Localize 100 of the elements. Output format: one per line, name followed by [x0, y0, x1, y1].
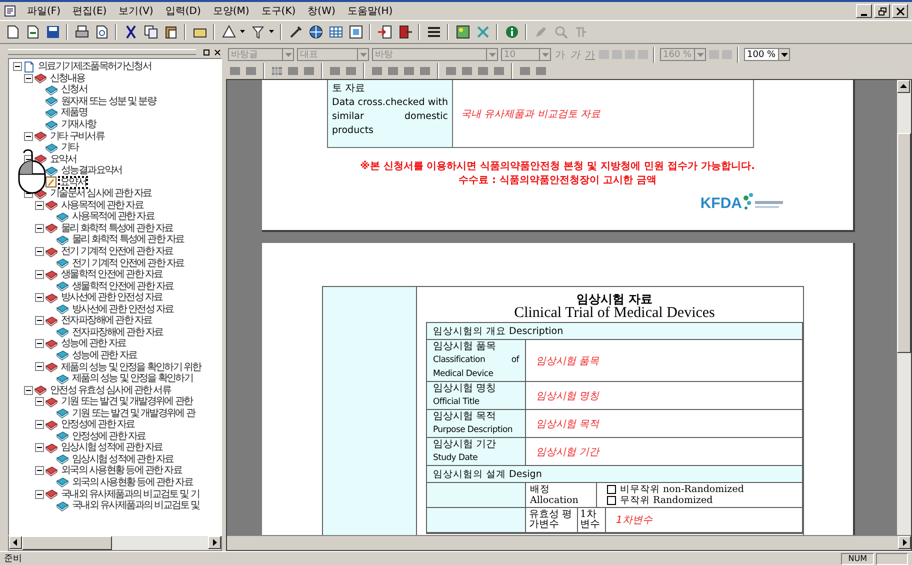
collapse-box[interactable]	[35, 200, 44, 210]
printer-icon[interactable]	[73, 24, 90, 40]
scroll-left-icon[interactable]	[9, 536, 22, 549]
caret-icon[interactable]	[240, 30, 246, 34]
tree-item[interactable]: 제품명	[59, 106, 90, 120]
menu-item[interactable]: 도움말(H)	[342, 4, 398, 18]
tree-item[interactable]: 물리 화학적 특성에 관한 자료	[59, 222, 175, 235]
tree-item[interactable]: 제품의 성능 및 안정을 확인하기 위한	[59, 360, 203, 374]
collapse-box[interactable]	[35, 316, 44, 326]
book-icon	[45, 199, 58, 212]
collapse-box[interactable]	[35, 224, 44, 233]
tree-item[interactable]: 원자재 또는 성분 및 분량	[59, 94, 158, 108]
tree-item[interactable]: 신청내용	[48, 72, 87, 85]
tree-item[interactable]: 요약서	[48, 152, 78, 166]
menu-item[interactable]: 파일(F)	[22, 4, 66, 18]
scroll-thumb[interactable]	[22, 536, 112, 550]
tree-item[interactable]: 외국의 사용현황 등에 관한 자료	[59, 464, 184, 478]
tree-item[interactable]: 성능에 관한 자료	[70, 348, 139, 362]
triangle-icon[interactable]	[220, 24, 237, 40]
tree-item[interactable]: 요약서	[58, 176, 88, 189]
vertical-scrollbar[interactable]	[897, 80, 911, 535]
globe-icon[interactable]	[307, 24, 324, 40]
scroll-up-icon[interactable]	[897, 80, 910, 93]
tree-item[interactable]: 안정성에 관한 자료	[59, 418, 136, 432]
app-icon	[4, 5, 16, 17]
caret-icon[interactable]	[269, 30, 275, 34]
collapse-box[interactable]	[13, 62, 22, 72]
collapse-box[interactable]	[35, 270, 44, 280]
collapse-box[interactable]	[35, 443, 44, 452]
collapse-box[interactable]	[35, 339, 44, 348]
tree-item[interactable]: 방사선에 관한 안전성 자료	[70, 302, 176, 316]
tree-item[interactable]: 생물학적 안전에 관한 자료	[70, 280, 176, 293]
horizontal-scrollbar[interactable]	[227, 535, 911, 550]
restore-icon[interactable]	[874, 4, 890, 18]
document-icon	[23, 60, 35, 73]
collapse-box[interactable]	[35, 466, 44, 476]
arrow-icon[interactable]	[376, 24, 393, 40]
copy-icon[interactable]	[142, 24, 159, 40]
tree-item[interactable]: 물리 화학적 특성에 관한 자료	[70, 233, 186, 246]
tree-item[interactable]: 국내외 유사제품과의 비교검토 및	[70, 499, 202, 512]
tree-item[interactable]: 임상시험 성적에 관한 자료	[70, 452, 176, 466]
status-pane	[876, 552, 908, 564]
collapse-box[interactable]	[24, 386, 33, 395]
scroll-right-icon[interactable]	[898, 536, 911, 549]
menu-item[interactable]: 모양(M)	[208, 4, 254, 18]
field-label: 임상시험 명칭	[433, 382, 498, 395]
tree-item[interactable]: 의료기기제조품목허가신청서	[36, 60, 154, 74]
collapse-box[interactable]	[35, 397, 44, 406]
tree-item[interactable]: 제품의 성능 및 안정을 확인하기	[70, 372, 195, 386]
save-icon[interactable]	[44, 24, 61, 40]
menu-item[interactable]: 보기(V)	[114, 4, 158, 18]
tree-item[interactable]: 기타 구비서류	[48, 130, 106, 143]
collapse-box[interactable]	[35, 490, 44, 498]
caret-icon[interactable]	[780, 52, 788, 56]
collapse-box[interactable]	[35, 420, 44, 430]
tree-item[interactable]: 전기 기계적 안전에 관한 자료	[70, 256, 186, 270]
funnel-icon[interactable]	[249, 24, 266, 40]
tree-item[interactable]: 방사선에 관한 안전성 자료	[59, 291, 164, 304]
tree-item[interactable]: 기재사항	[59, 118, 98, 132]
tree-item[interactable]: 성능에 관한 자료	[59, 337, 128, 350]
checkbox[interactable]	[607, 485, 616, 494]
tree-item[interactable]: 전기 기계적 안전에 관한 자료	[59, 245, 175, 258]
field-label: 유효성 평가변수	[529, 510, 574, 530]
tree-item[interactable]: 안전성 유효성 심사에 관한 서류	[48, 384, 173, 397]
tree-item[interactable]: 기술문서 심사에 관한 자료	[48, 187, 154, 200]
tree-item[interactable]: 생물학적 안전에 관한 자료	[59, 268, 164, 282]
tree-item[interactable]: 사용목적에 관한 자료	[59, 198, 146, 212]
menu-item[interactable]: 도구(K)	[256, 4, 301, 18]
tree-item[interactable]: 기원 또는 발견 및 개발경위에 관	[70, 406, 196, 420]
collapse-box[interactable]	[35, 247, 44, 256]
minimize-icon[interactable]	[856, 4, 872, 18]
menu-item[interactable]: 입력(D)	[160, 4, 206, 18]
collapse-box[interactable]	[35, 293, 44, 302]
close-icon[interactable]	[213, 48, 222, 56]
tree-item[interactable]: 임상시험 성적에 관한 자료	[59, 441, 164, 454]
zoom-dropdown[interactable]: 100 %	[744, 48, 790, 61]
menu-item[interactable]: 편집(E)	[68, 4, 112, 18]
tree-item[interactable]: 전자파장해에 관한 자료	[59, 314, 154, 328]
tree-item[interactable]: 신청서	[59, 83, 90, 96]
image-icon[interactable]	[454, 24, 471, 40]
collapse-box[interactable]	[35, 362, 44, 372]
info-icon[interactable]	[503, 24, 520, 40]
tree-item[interactable]: 사용목적에 관한 자료	[70, 210, 156, 224]
frame-icon[interactable]	[347, 24, 364, 40]
collapse-box[interactable]	[24, 132, 33, 141]
tree-item[interactable]: 기타	[59, 141, 80, 154]
horizontal-scrollbar[interactable]	[8, 536, 222, 551]
pin-icon[interactable]	[202, 48, 211, 56]
scroll-right-icon[interactable]	[208, 536, 221, 549]
tree-item[interactable]: 성능결과요약서	[59, 164, 124, 178]
checkbox[interactable]	[607, 496, 616, 505]
tree-item[interactable]: 기원 또는 발견 및 개발경위에 관한	[59, 395, 194, 408]
tree-item[interactable]: 국내외 유사제품과의 비교검토 및 기	[59, 488, 202, 501]
scroll-thumb[interactable]	[897, 133, 911, 353]
collapse-box[interactable]	[24, 74, 33, 83]
tree-item[interactable]: 외국의 사용현황 등에 관한 자료	[70, 476, 195, 489]
menu-item[interactable]: 창(W)	[302, 4, 340, 18]
tree-item[interactable]: 안정성에 관한 자료	[70, 430, 148, 443]
tree-item[interactable]: 전자파장해에 관한 자료	[70, 326, 165, 339]
table-icon[interactable]	[327, 24, 344, 40]
